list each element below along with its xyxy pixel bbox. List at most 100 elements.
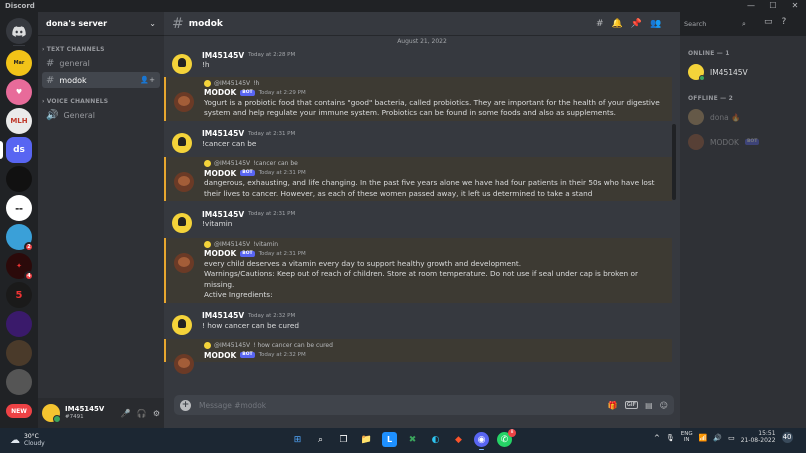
message-author[interactable]: IM45145V [202, 129, 244, 138]
bot-message[interactable]: @IM45145V !vitamin MODOK BOT Today at 2:31 … [164, 237, 672, 303]
message-author[interactable]: IM45145V [202, 210, 244, 219]
channel-general[interactable]: # general [42, 55, 160, 71]
new-badge[interactable]: NEW [6, 404, 32, 418]
message[interactable]: IM45145V Today at 2:31 PM !cancer can be [164, 127, 680, 153]
notification-bell-icon[interactable]: 🔔 [612, 19, 623, 29]
avatar[interactable] [174, 252, 194, 273]
category-voice-channels[interactable]: › VOICE CHANNELS [38, 96, 164, 106]
bot-message[interactable]: @IM45145V! how cancer can be cured MODOK… [164, 339, 672, 374]
server-icon-blue[interactable]: 2 [6, 224, 34, 252]
member-item[interactable]: dona 🔥 [688, 106, 798, 128]
xbox-icon[interactable]: ✖ [405, 432, 420, 447]
server-header[interactable]: dona's server ⌄ [38, 12, 164, 36]
weather-widget[interactable]: ☁ 30°C Cloudy [10, 433, 45, 447]
volume-icon[interactable]: 🔊 [713, 434, 722, 442]
file-explorer-icon[interactable]: 📁 [359, 432, 374, 447]
whatsapp-icon[interactable]: ✆ 8 [497, 429, 516, 447]
server-icon-red[interactable]: ✦ 4 [6, 253, 34, 281]
close-button[interactable]: ✕ [784, 0, 806, 12]
avatar[interactable] [42, 404, 61, 423]
sticker-icon[interactable]: ▤ [645, 401, 653, 410]
channel-modok[interactable]: # modok 👤+ [42, 72, 160, 88]
emoji-icon[interactable]: ☺ [660, 401, 668, 410]
reply-reference[interactable]: @IM45145V !vitamin [204, 240, 662, 249]
server-icon-mar[interactable]: Mar [6, 50, 32, 76]
language-indicator[interactable]: ENG IN [681, 431, 693, 444]
avatar[interactable] [174, 172, 194, 192]
reply-reference[interactable]: @IM45145V !cancer can be [204, 159, 662, 168]
user-info[interactable]: IM45145V #7491 [65, 405, 104, 420]
reply-reference[interactable]: @IM45145V !h [204, 79, 662, 88]
gif-button[interactable]: GIF [624, 401, 639, 409]
avatar[interactable] [172, 54, 192, 74]
message-author[interactable]: MODOK [204, 169, 236, 178]
discord-taskbar-icon[interactable]: ◉ [474, 432, 489, 450]
avatar[interactable] [172, 213, 192, 233]
battery-icon[interactable]: ▭ [728, 434, 735, 442]
windows-start-icon[interactable]: ⊞ [290, 432, 305, 447]
server-icon-grey[interactable] [6, 369, 32, 395]
discord-home-icon[interactable] [6, 18, 32, 44]
message-author[interactable]: MODOK [204, 88, 236, 97]
maximize-button[interactable]: ☐ [762, 0, 784, 12]
brave-icon[interactable]: ◆ [451, 432, 466, 447]
notification-count[interactable]: 40 [781, 432, 793, 444]
chevron-down-icon: › [42, 45, 45, 53]
message-author[interactable]: IM45145V [202, 51, 244, 60]
wifi-icon[interactable]: 📶 [699, 434, 708, 442]
minimize-button[interactable]: — [740, 0, 762, 12]
avatar[interactable] [172, 132, 192, 153]
add-attachment-icon[interactable]: + [180, 399, 191, 411]
avatar[interactable] [174, 354, 194, 374]
member-item[interactable]: MODOK BOT [688, 131, 798, 153]
category-text-channels[interactable]: › TEXT CHANNELS [38, 44, 164, 54]
chat-scrollbar[interactable] [672, 124, 676, 200]
bot-message[interactable]: @IM45145V !h MODOK BOT Today at 2:29 PM Yog… [164, 76, 672, 121]
microphone-icon[interactable]: 🎙 [666, 434, 675, 442]
chevron-up-icon[interactable]: ^ [654, 434, 660, 442]
settings-gear-icon[interactable]: ⚙ [153, 409, 160, 418]
server-icon-brown[interactable] [6, 340, 32, 366]
reply-avatar-icon [204, 342, 211, 349]
server-icon-white[interactable]: ▬▬ [6, 195, 32, 221]
gift-icon[interactable]: 🎁 [608, 401, 618, 410]
member-list-icon[interactable]: 👥 [650, 19, 661, 29]
message-author[interactable]: IM45145V [202, 311, 244, 320]
microphone-icon[interactable]: 🎤 [121, 409, 131, 418]
voice-channel-general[interactable]: 🔊 General [42, 107, 160, 123]
message[interactable]: IM45145V Today at 2:31 PM !vitamin [164, 207, 680, 233]
server-icon-dark[interactable] [6, 166, 32, 192]
threads-icon[interactable]: # [596, 19, 604, 29]
message[interactable]: IM45145V Today at 2:32 PM ! how cancer ca… [164, 309, 680, 335]
server-icon-mlh[interactable]: MLH [6, 108, 32, 134]
search-input[interactable] [684, 20, 742, 28]
message-input[interactable] [199, 400, 579, 410]
server-icon-ds[interactable]: ds [6, 137, 32, 163]
bot-message[interactable]: @IM45145V !cancer can be MODOK BOT Today at… [164, 157, 672, 201]
message-text-line-2: Warnings/Cautions: Keep out of reach of … [204, 269, 638, 289]
member-item[interactable]: IM45145V [688, 61, 798, 83]
invite-user-icon[interactable]: 👤+ [140, 76, 155, 84]
avatar[interactable] [174, 91, 194, 112]
message-author[interactable]: MODOK [204, 249, 236, 258]
headphones-icon[interactable]: 🎧 [137, 409, 147, 418]
reply-reference[interactable]: @IM45145V! how cancer can be cured [204, 341, 662, 350]
help-icon[interactable]: ? [782, 17, 787, 27]
message-author[interactable]: MODOK [204, 351, 236, 360]
avatar[interactable] [172, 314, 192, 335]
pin-icon[interactable]: 📌 [631, 19, 642, 29]
bot-badge: BOT [240, 352, 255, 358]
server-icon-5[interactable]: 5 [6, 282, 32, 308]
taskbar-apps: ⊞ ⌕ ❐ 📁 L ✖ ◐ ◆ ◉ ✆ 8 [290, 429, 516, 450]
message-list[interactable]: August 21, 2022 IM45145V Today at 2:28 PM… [164, 36, 680, 396]
app-l-icon[interactable]: L [382, 432, 397, 447]
search-icon[interactable]: ⌕ [313, 432, 328, 447]
edge-icon[interactable]: ◐ [428, 432, 443, 447]
server-icon-heart[interactable]: ♥ [6, 79, 32, 105]
inbox-icon[interactable]: ▭ [764, 17, 773, 27]
task-view-icon[interactable]: ❐ [336, 432, 351, 447]
message[interactable]: IM45145V Today at 2:28 PM !h [164, 48, 680, 74]
server-icon-purple[interactable] [6, 311, 32, 337]
clock[interactable]: 15:51 21-08-2022 [741, 430, 776, 445]
search-icon[interactable]: ⌕ [742, 20, 746, 29]
